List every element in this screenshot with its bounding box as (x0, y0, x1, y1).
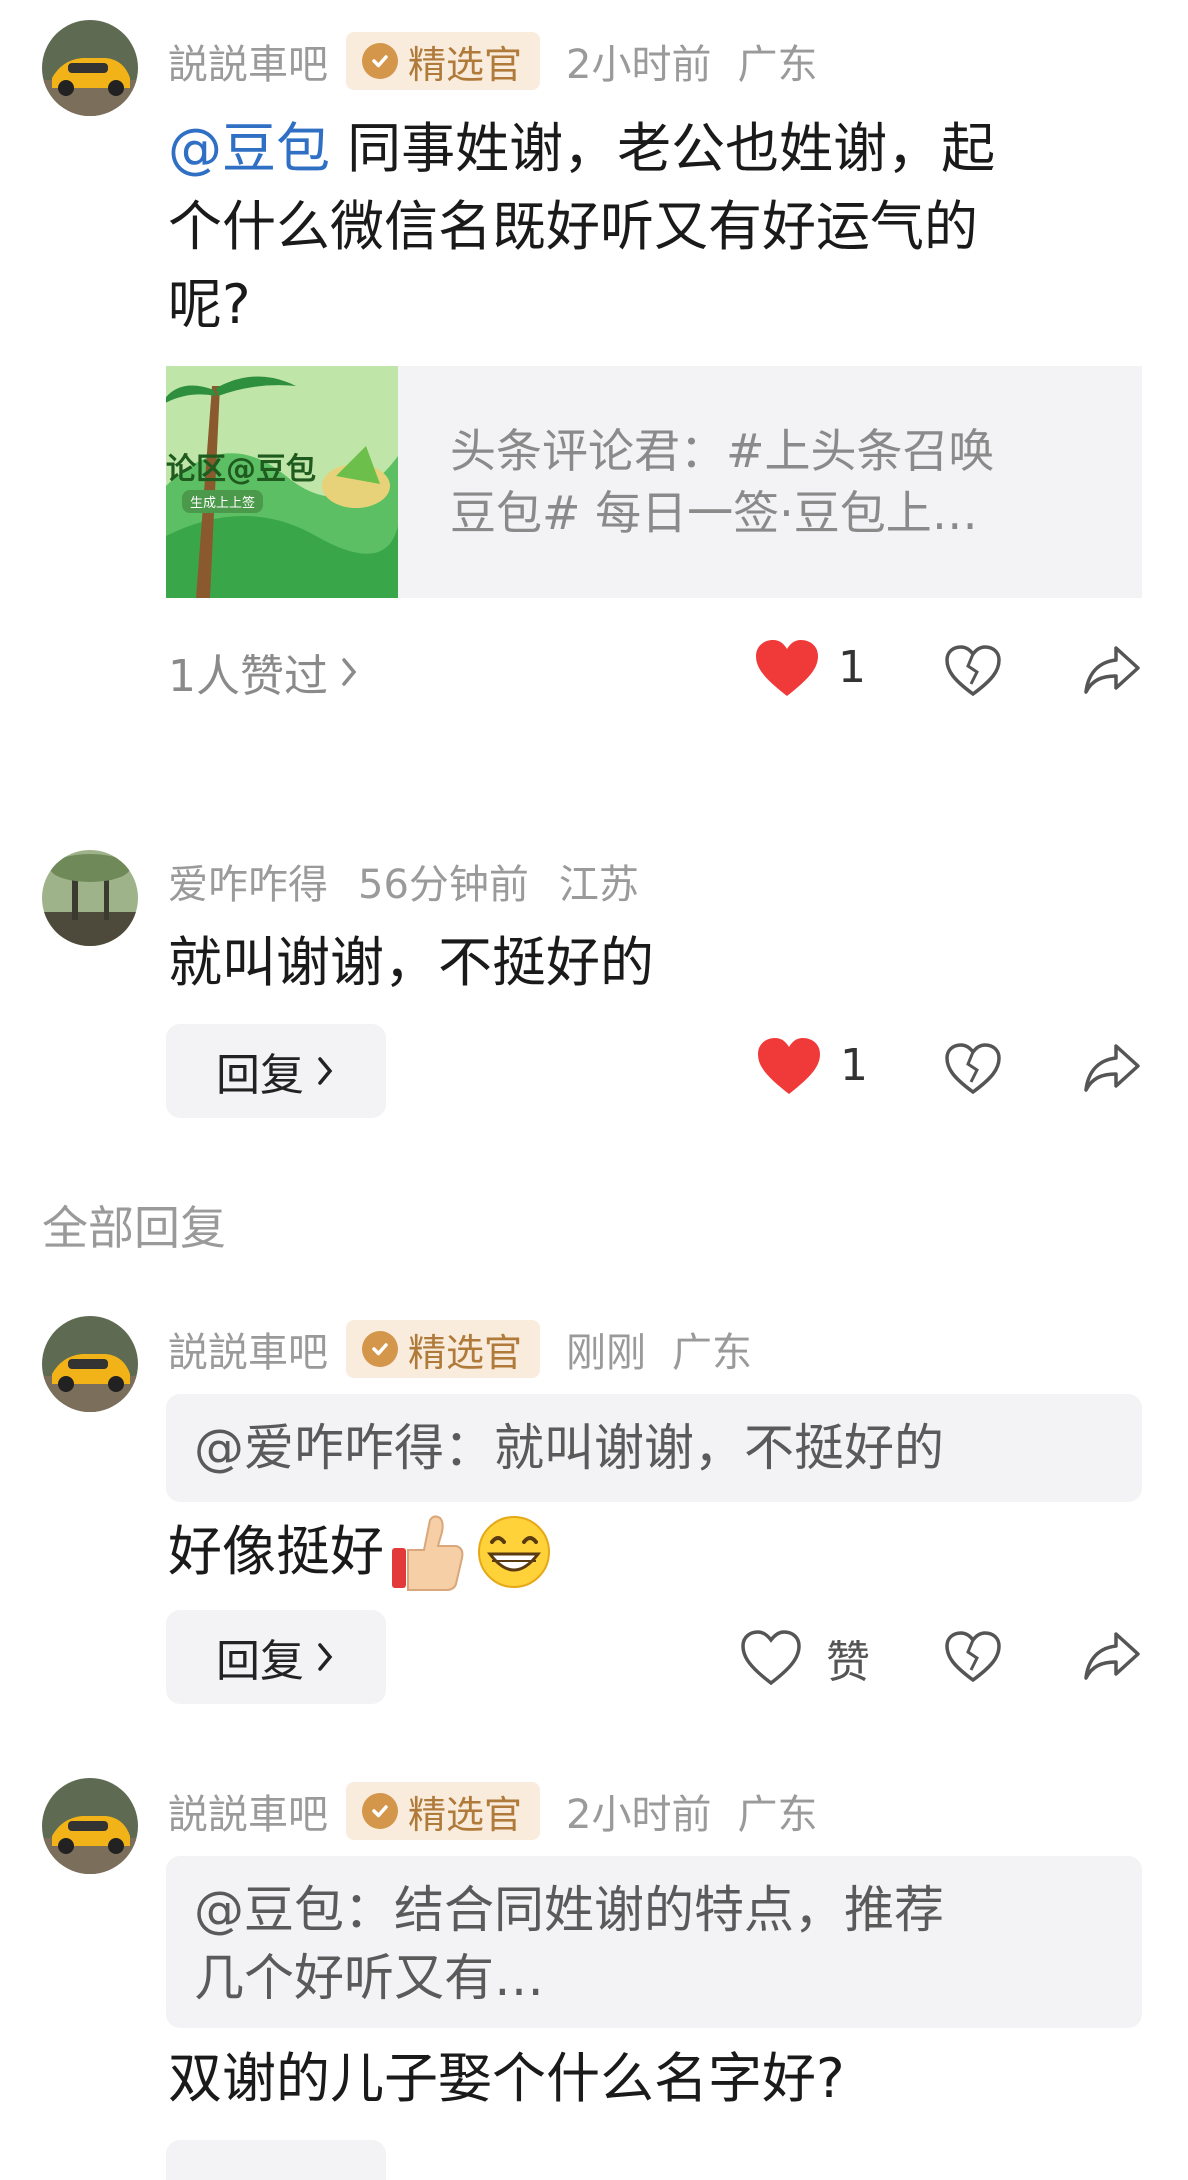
avatar[interactable] (42, 1778, 138, 1874)
reply-location: 广东 (737, 1792, 818, 1838)
thumb-text: 论区@豆包 (166, 452, 316, 487)
comment-like-count: 1 (840, 1040, 868, 1091)
mention-link[interactable]: @豆包 (168, 117, 330, 180)
post-like-count: 1 (838, 642, 866, 693)
card-line-1: 头条评论君：#上头条召唤 (450, 424, 995, 478)
thumbs-up-emoji (392, 1515, 464, 1591)
reply-button[interactable]: 回复 (166, 1610, 386, 1704)
avatar[interactable] (42, 850, 138, 946)
heart-outline-icon (741, 1630, 801, 1686)
author-name[interactable]: 爱咋咋得 (168, 852, 328, 910)
post-line-2: 个什么微信名既好听又有好运气的 (168, 195, 978, 258)
grin-emoji (478, 1516, 550, 1588)
check-badge-icon (362, 43, 398, 79)
comment-text: 就叫谢谢，不挺好的 (168, 931, 654, 994)
check-badge-icon (362, 1331, 398, 1367)
like-button[interactable]: 赞 (740, 1626, 870, 1690)
comment-time: 56分钟前 (358, 862, 529, 908)
section-title: 全部回复 (42, 1201, 226, 1255)
chevron-right-icon (318, 1643, 333, 1671)
like-label: 赞 (826, 1637, 870, 1688)
post-location: 广东 (737, 42, 818, 88)
curator-badge: 精选官 (346, 32, 541, 90)
broken-heart-icon[interactable] (944, 1042, 1002, 1096)
reply-time: 2小时前 (566, 1792, 712, 1838)
reply-button[interactable]: 回复 (166, 1024, 386, 1118)
broken-heart-icon[interactable] (944, 644, 1002, 698)
reply-label: 回复 (216, 1050, 304, 1101)
reply-location: 广东 (672, 1330, 753, 1376)
post-body: @豆包 同事姓谢，老公也姓谢，起 个什么微信名既好听又有好运气的 呢? (168, 110, 1148, 344)
quoted-text: @爱咋咋得：就叫谢谢，不挺好的 (194, 1419, 944, 1477)
curator-badge: 精选官 (346, 1782, 541, 1840)
reply-label: 回复 (216, 1636, 304, 1687)
thumb-subtext: 生成上上签 (182, 490, 264, 513)
likes-summary-text: 1人赞过 (168, 651, 328, 702)
author-name[interactable]: 説説車吧 (168, 1320, 328, 1378)
badge-label: 精选官 (408, 1792, 523, 1837)
author-name[interactable]: 説説車吧 (168, 32, 328, 90)
broken-heart-icon[interactable] (944, 1630, 1002, 1684)
badge-label: 精选官 (408, 1330, 523, 1375)
heart-filled-icon[interactable] (756, 1036, 822, 1096)
badge-label: 精选官 (408, 42, 523, 87)
avatar[interactable] (42, 1316, 138, 1412)
reply-text-row: 好像挺好 (168, 1512, 552, 1592)
curator-badge: 精选官 (346, 1320, 541, 1378)
quoted-comment[interactable]: @豆包：结合同姓谢的特点，推荐 几个好听又有… (166, 1856, 1142, 2028)
share-icon[interactable] (1082, 1630, 1142, 1684)
check-badge-icon (362, 1793, 398, 1829)
card-thumbnail: 论区@豆包 生成上上签 (166, 366, 398, 598)
quoted-line-1: @豆包：结合同姓谢的特点，推荐 (194, 1881, 944, 1939)
share-icon[interactable] (1082, 644, 1142, 698)
reply-time: 刚刚 (566, 1330, 647, 1376)
post-line-1: 同事姓谢，老公也姓谢，起 (330, 117, 996, 180)
post-line-3: 呢? (168, 273, 251, 336)
comment-location: 江苏 (558, 862, 639, 908)
share-icon[interactable] (1082, 1042, 1142, 1096)
card-line-2: 豆包# 每日一签·豆包上… (450, 486, 978, 540)
link-card[interactable]: 论区@豆包 生成上上签 头条评论君：#上头条召唤 豆包# 每日一签·豆包上… (166, 366, 1142, 598)
reply-text: 双谢的儿子娶个什么名字好? (168, 2047, 845, 2110)
post-time: 2小时前 (566, 42, 712, 88)
chevron-right-icon (342, 658, 357, 686)
reply-text: 好像挺好 (168, 1520, 384, 1583)
avatar[interactable] (42, 20, 138, 116)
reply-button[interactable] (166, 2140, 386, 2180)
chevron-right-icon (318, 1057, 333, 1085)
quoted-line-2: 几个好听又有… (194, 1949, 544, 2007)
likes-summary[interactable]: 1人赞过 (168, 640, 360, 704)
heart-filled-icon[interactable] (754, 638, 820, 698)
card-text: 头条评论君：#上头条召唤 豆包# 每日一签·豆包上… (450, 420, 995, 544)
quoted-comment[interactable]: @爱咋咋得：就叫谢谢，不挺好的 (166, 1394, 1142, 1502)
author-name[interactable]: 説説車吧 (168, 1782, 328, 1840)
